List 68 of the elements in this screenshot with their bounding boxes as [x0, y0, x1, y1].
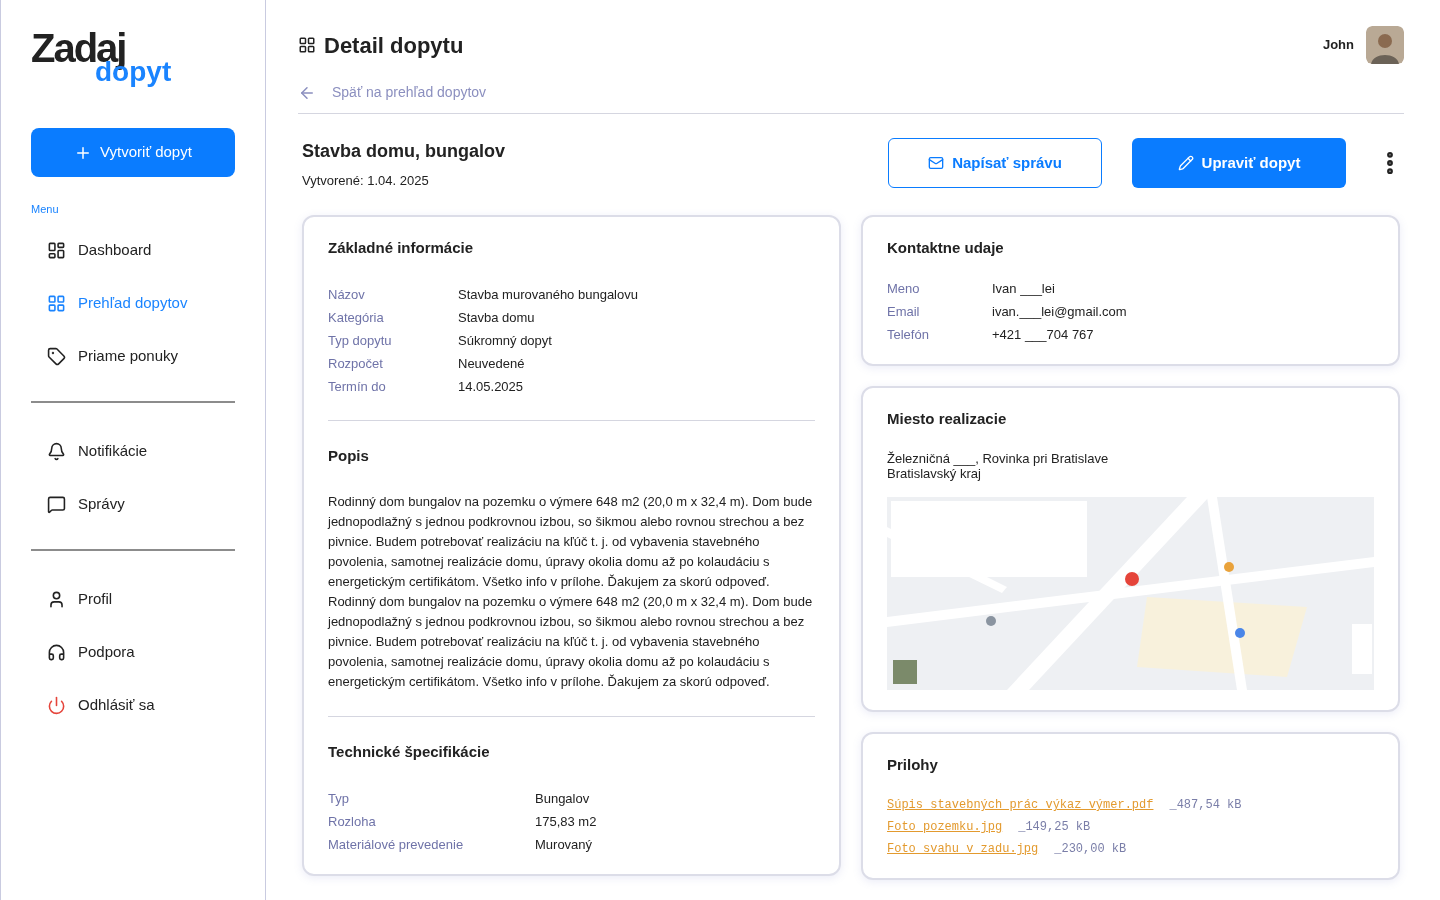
page-title: Detail dopytu: [324, 31, 464, 60]
field-label: Materiálové prevedenie: [328, 836, 465, 854]
field-label: Telefón: [887, 326, 930, 344]
file-size: _149,25 kB: [1018, 819, 1091, 836]
mail-icon: [928, 155, 945, 171]
field-label: Typ dopytu: [328, 332, 393, 350]
request-title: Stavba domu, bungalov: [302, 140, 506, 163]
section-heading: Kontaktne udaje: [887, 237, 1005, 258]
description-paragraph: Rodinný dom bungalov na pozemku o výmere 648 m2 (20,0 m x 32,4 m). Dom bude jednopodlažný s jednou podkrovnou izbou, so šikmou alebo rovnou strechou a bez pivnice. Budem potrebovať realizáciu na kľúč t. j. od vybavenia stavebného povolenia, samotnej realizácie domu, úpravy okolia domu až po kolaudáciu s energetickým certifikátom. Všetko info v prílohe. Ďakujem za skorú odpoveď.: [328, 492, 814, 591]
field-label: Email: [887, 303, 921, 321]
field-value: Murovaný: [535, 836, 593, 854]
nav-icon: [47, 441, 66, 461]
nav-icon: [47, 589, 66, 609]
nav-icon: [47, 494, 66, 514]
section-heading: Popis: [328, 446, 370, 466]
user-name: John: [1322, 36, 1354, 55]
file-size: _487,54 kB: [1169, 797, 1242, 814]
sidebar-item[interactable]: Podpora: [31, 625, 235, 679]
field-label: Kategória: [328, 309, 385, 327]
grid-icon: [298, 36, 316, 54]
field-value: Stavba domu: [458, 309, 535, 327]
field-value: 175,83 m2: [535, 813, 597, 831]
nav-icon: [47, 695, 66, 715]
field-value: Ivan ___lei: [992, 280, 1055, 298]
section-heading: Miesto realizacie: [887, 409, 1008, 429]
field-label: Termín do: [328, 378, 387, 396]
nav-icon: [47, 293, 66, 313]
section-heading: Prilohy: [887, 754, 939, 775]
section-heading: Základné informácie: [328, 237, 475, 258]
sidebar-item[interactable]: Priame ponuky: [31, 329, 235, 383]
avatar[interactable]: [1366, 26, 1404, 64]
file-size: _230,00 kB: [1054, 841, 1127, 858]
sidebar-item[interactable]: Prehľad dopytov: [31, 276, 235, 330]
nav-icon: [47, 346, 66, 366]
field-label: Názov: [328, 286, 366, 304]
created-date: Vytvorené: 1.04. 2025: [302, 172, 430, 190]
field-value: 14.05.2025: [458, 378, 524, 396]
field-value: Neuvedené: [458, 355, 525, 373]
field-value: Súkromný dopyt: [458, 332, 552, 350]
sidebar-item[interactable]: Notifikácie: [31, 424, 235, 478]
address-line: Železničná ___, Rovinka pri Bratislave: [887, 450, 1110, 466]
section-heading: Technické špecifikácie: [328, 741, 491, 762]
field-value: +421 ___704 767: [992, 326, 1094, 344]
back-link[interactable]: Späť na prehľad dopytov: [298, 82, 1404, 114]
field-value: Bungalov: [535, 790, 590, 808]
file-link[interactable]: Foto svahu v zadu.jpg: [887, 840, 1039, 858]
logo: Zadaj dopyt: [31, 28, 173, 88]
field-label: Rozpočet: [328, 355, 384, 373]
sidebar-item[interactable]: Správy: [31, 477, 235, 531]
write-message-button[interactable]: Napísať správu: [888, 138, 1102, 188]
nav-icon: [47, 240, 66, 260]
field-value: ivan.___lei@gmail.com: [992, 303, 1127, 321]
file-link[interactable]: Súpis stavebných prác výkaz výmer.pdf: [887, 796, 1154, 814]
sidebar-item[interactable]: Odhlásiť sa: [31, 678, 235, 732]
file-link[interactable]: Foto pozemku.jpg: [887, 818, 1003, 836]
description-paragraph: Rodinný dom bungalov na pozemku o výmere 648 m2 (20,0 m x 32,4 m). Dom bude jednopodlažný s jednou podkrovnou izbou, so šikmou alebo rovnou strechou a bez pivnice. Budem potrebovať realizáciu na kľúč t. j. od vybavenia stavebného povolenia, samotnej realizácie domu, úpravy okolia domu až po kolaudáciu s energetickým certifikátom. Všetko info v prílohe. Ďakujem za skorú odpoveď.: [328, 592, 814, 691]
field-label: Typ: [328, 790, 350, 808]
field-label: Meno: [887, 280, 921, 298]
sidebar-item[interactable]: Profil: [31, 572, 235, 626]
edit-request-button[interactable]: Upraviť dopyt: [1132, 138, 1346, 188]
field-label: Rozloha: [328, 813, 377, 831]
address-line: Bratislavský kraj: [887, 465, 982, 481]
menu-label: Menu: [31, 202, 60, 217]
sidebar-item[interactable]: Dashboard: [31, 223, 235, 277]
nav-icon: [47, 642, 66, 662]
pencil-icon: [1177, 155, 1194, 171]
create-request-button[interactable]: Vytvoriť dopyt: [31, 128, 235, 177]
field-value: Stavba murovaného bungalovu: [458, 286, 638, 304]
